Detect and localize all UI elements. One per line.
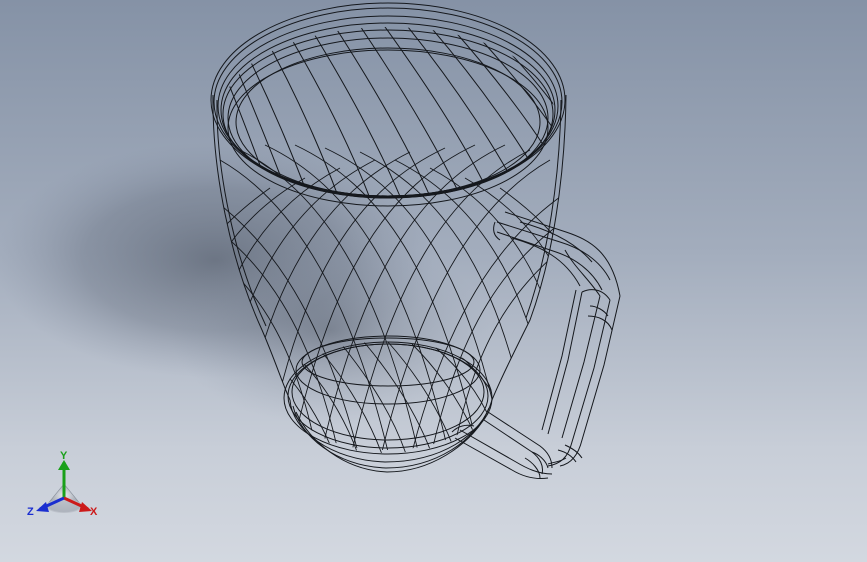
x-axis-label: X [90,506,98,518]
y-axis-label: Y [60,450,68,462]
3d-viewport[interactable] [0,0,867,562]
axis-triad: Y X Z [27,450,98,518]
z-axis-arrow-icon [36,502,49,512]
z-axis-label: Z [27,506,34,518]
